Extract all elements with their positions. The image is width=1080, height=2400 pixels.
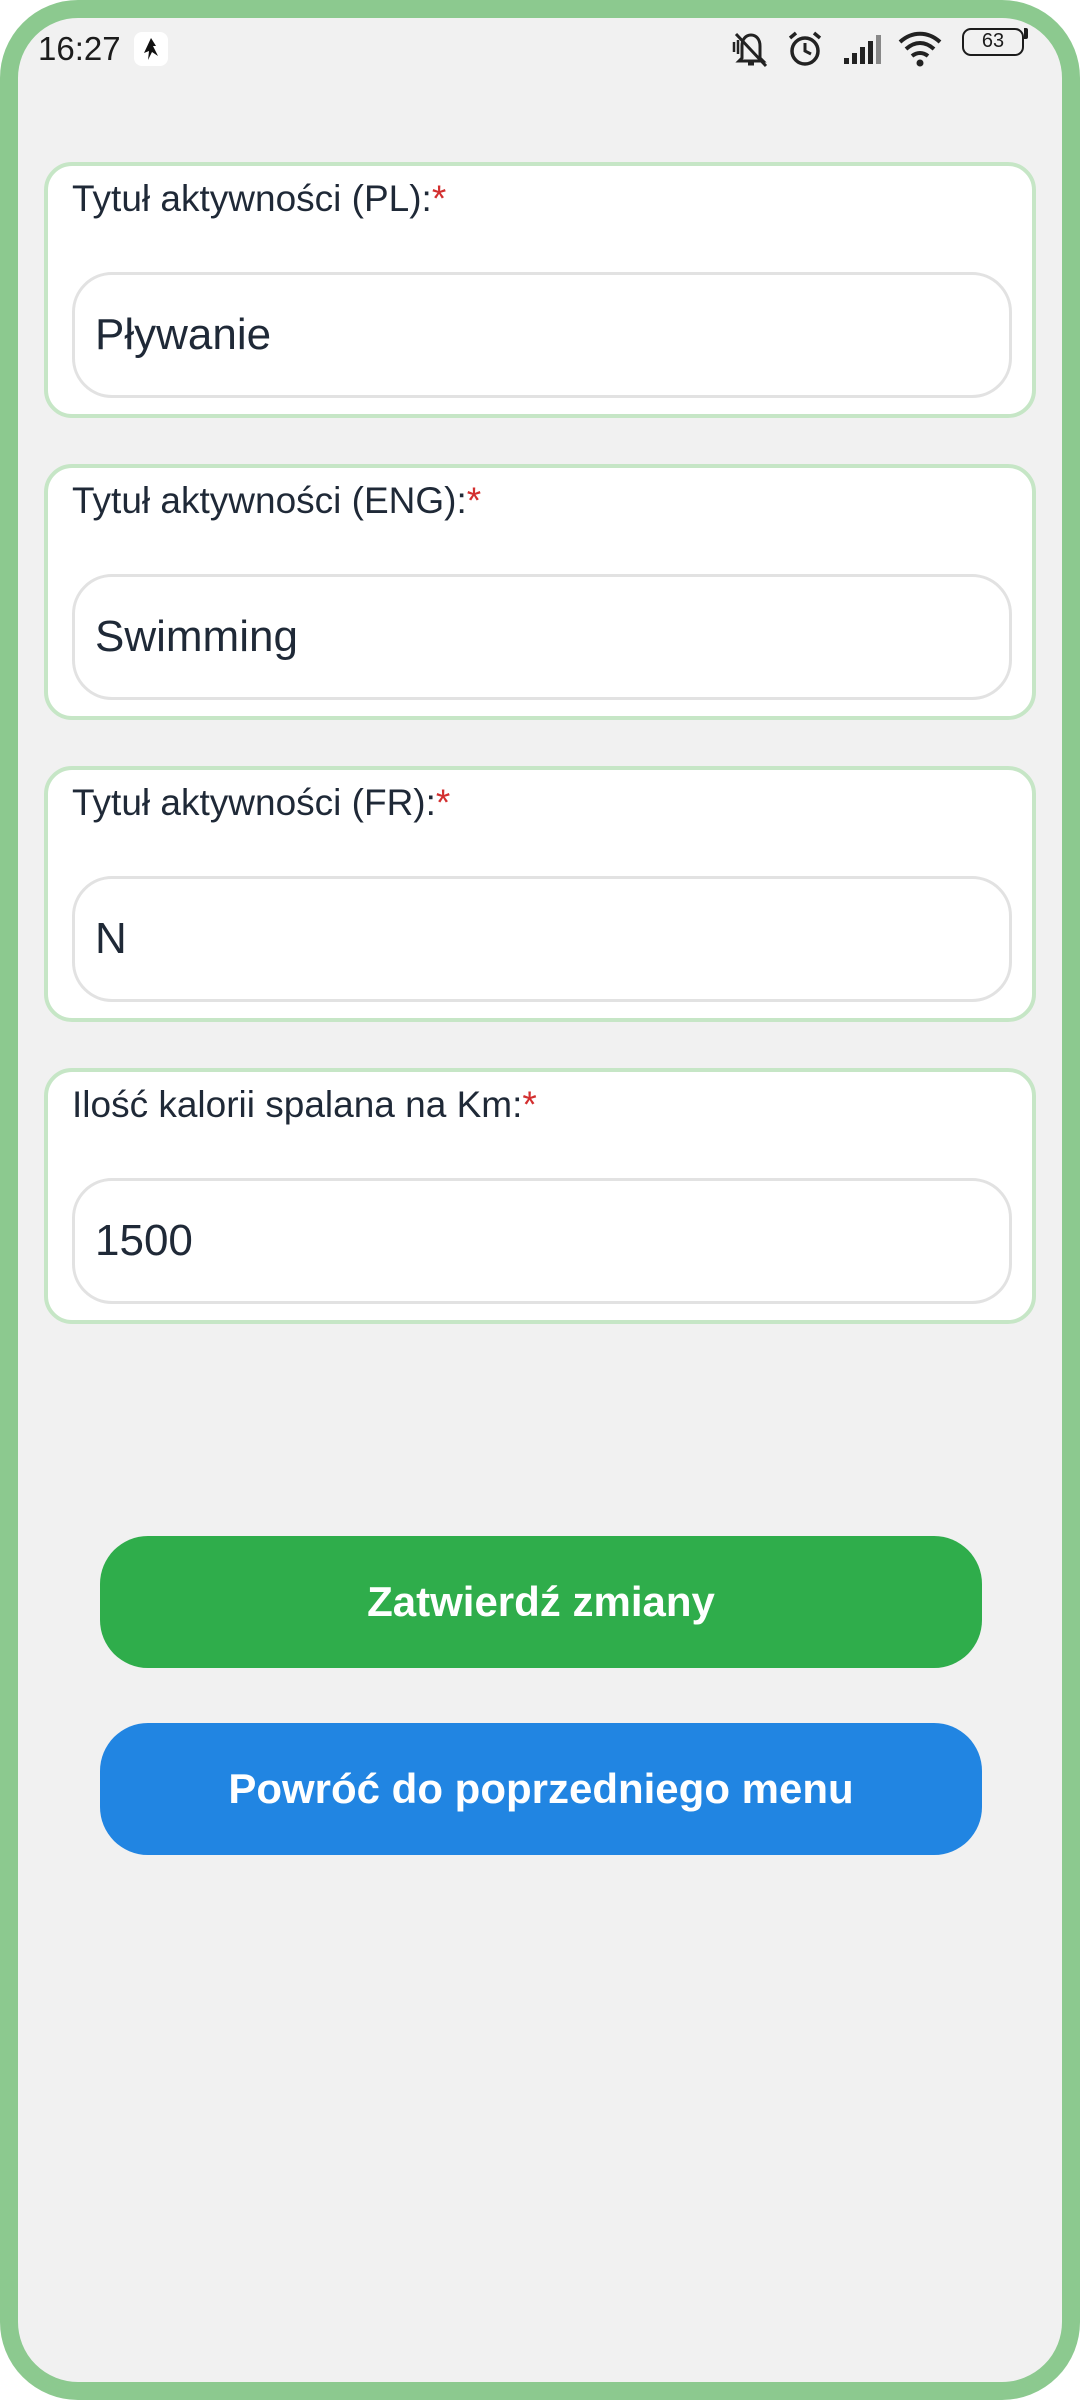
field-label-title-eng: Tytuł aktywności (ENG):* — [72, 480, 482, 521]
field-card-title-pl: Tytuł aktywności (PL):* — [44, 162, 1036, 418]
field-card-title-eng: Tytuł aktywności (ENG):* — [44, 464, 1036, 720]
alarm-icon — [784, 28, 826, 75]
battery-tip — [1024, 28, 1028, 39]
wifi-icon — [896, 28, 944, 75]
status-bar: 16:27 63 — [18, 18, 1062, 80]
required-asterisk: * — [431, 178, 447, 219]
field-card-title-fr: Tytuł aktywności (FR):* — [44, 766, 1036, 1022]
field-card-calories: Ilość kalorii spalana na Km:* — [44, 1068, 1036, 1324]
battery-icon: 63 — [962, 28, 1024, 56]
status-time: 16:27 — [38, 30, 121, 67]
signal-icon — [840, 28, 886, 75]
app-frame: 16:27 63 Tytuł aktywności (PL):* Pływani… — [0, 0, 1080, 2400]
required-asterisk: * — [522, 1084, 537, 1125]
mute-icon — [728, 28, 774, 75]
required-asterisk: * — [466, 480, 482, 521]
field-label-title-fr: Tytuł aktywności (FR):* — [72, 782, 451, 823]
back-to-menu-button[interactable]: Powróć do poprzedniego menu — [100, 1723, 982, 1855]
title-eng-input[interactable] — [72, 574, 1012, 700]
title-fr-input[interactable] — [72, 876, 1012, 1002]
required-asterisk: * — [435, 782, 451, 823]
confirm-changes-button[interactable]: Zatwierdź zmiany — [100, 1536, 982, 1668]
field-label-title-pl: Tytuł aktywności (PL):* — [72, 178, 447, 219]
field-label-calories: Ilość kalorii spalana na Km:* — [72, 1084, 537, 1125]
title-pl-input[interactable] — [72, 272, 1012, 398]
status-icons: 63 — [728, 28, 1048, 70]
notification-app-icon — [134, 32, 168, 66]
calories-per-km-input[interactable] — [72, 1178, 1012, 1304]
